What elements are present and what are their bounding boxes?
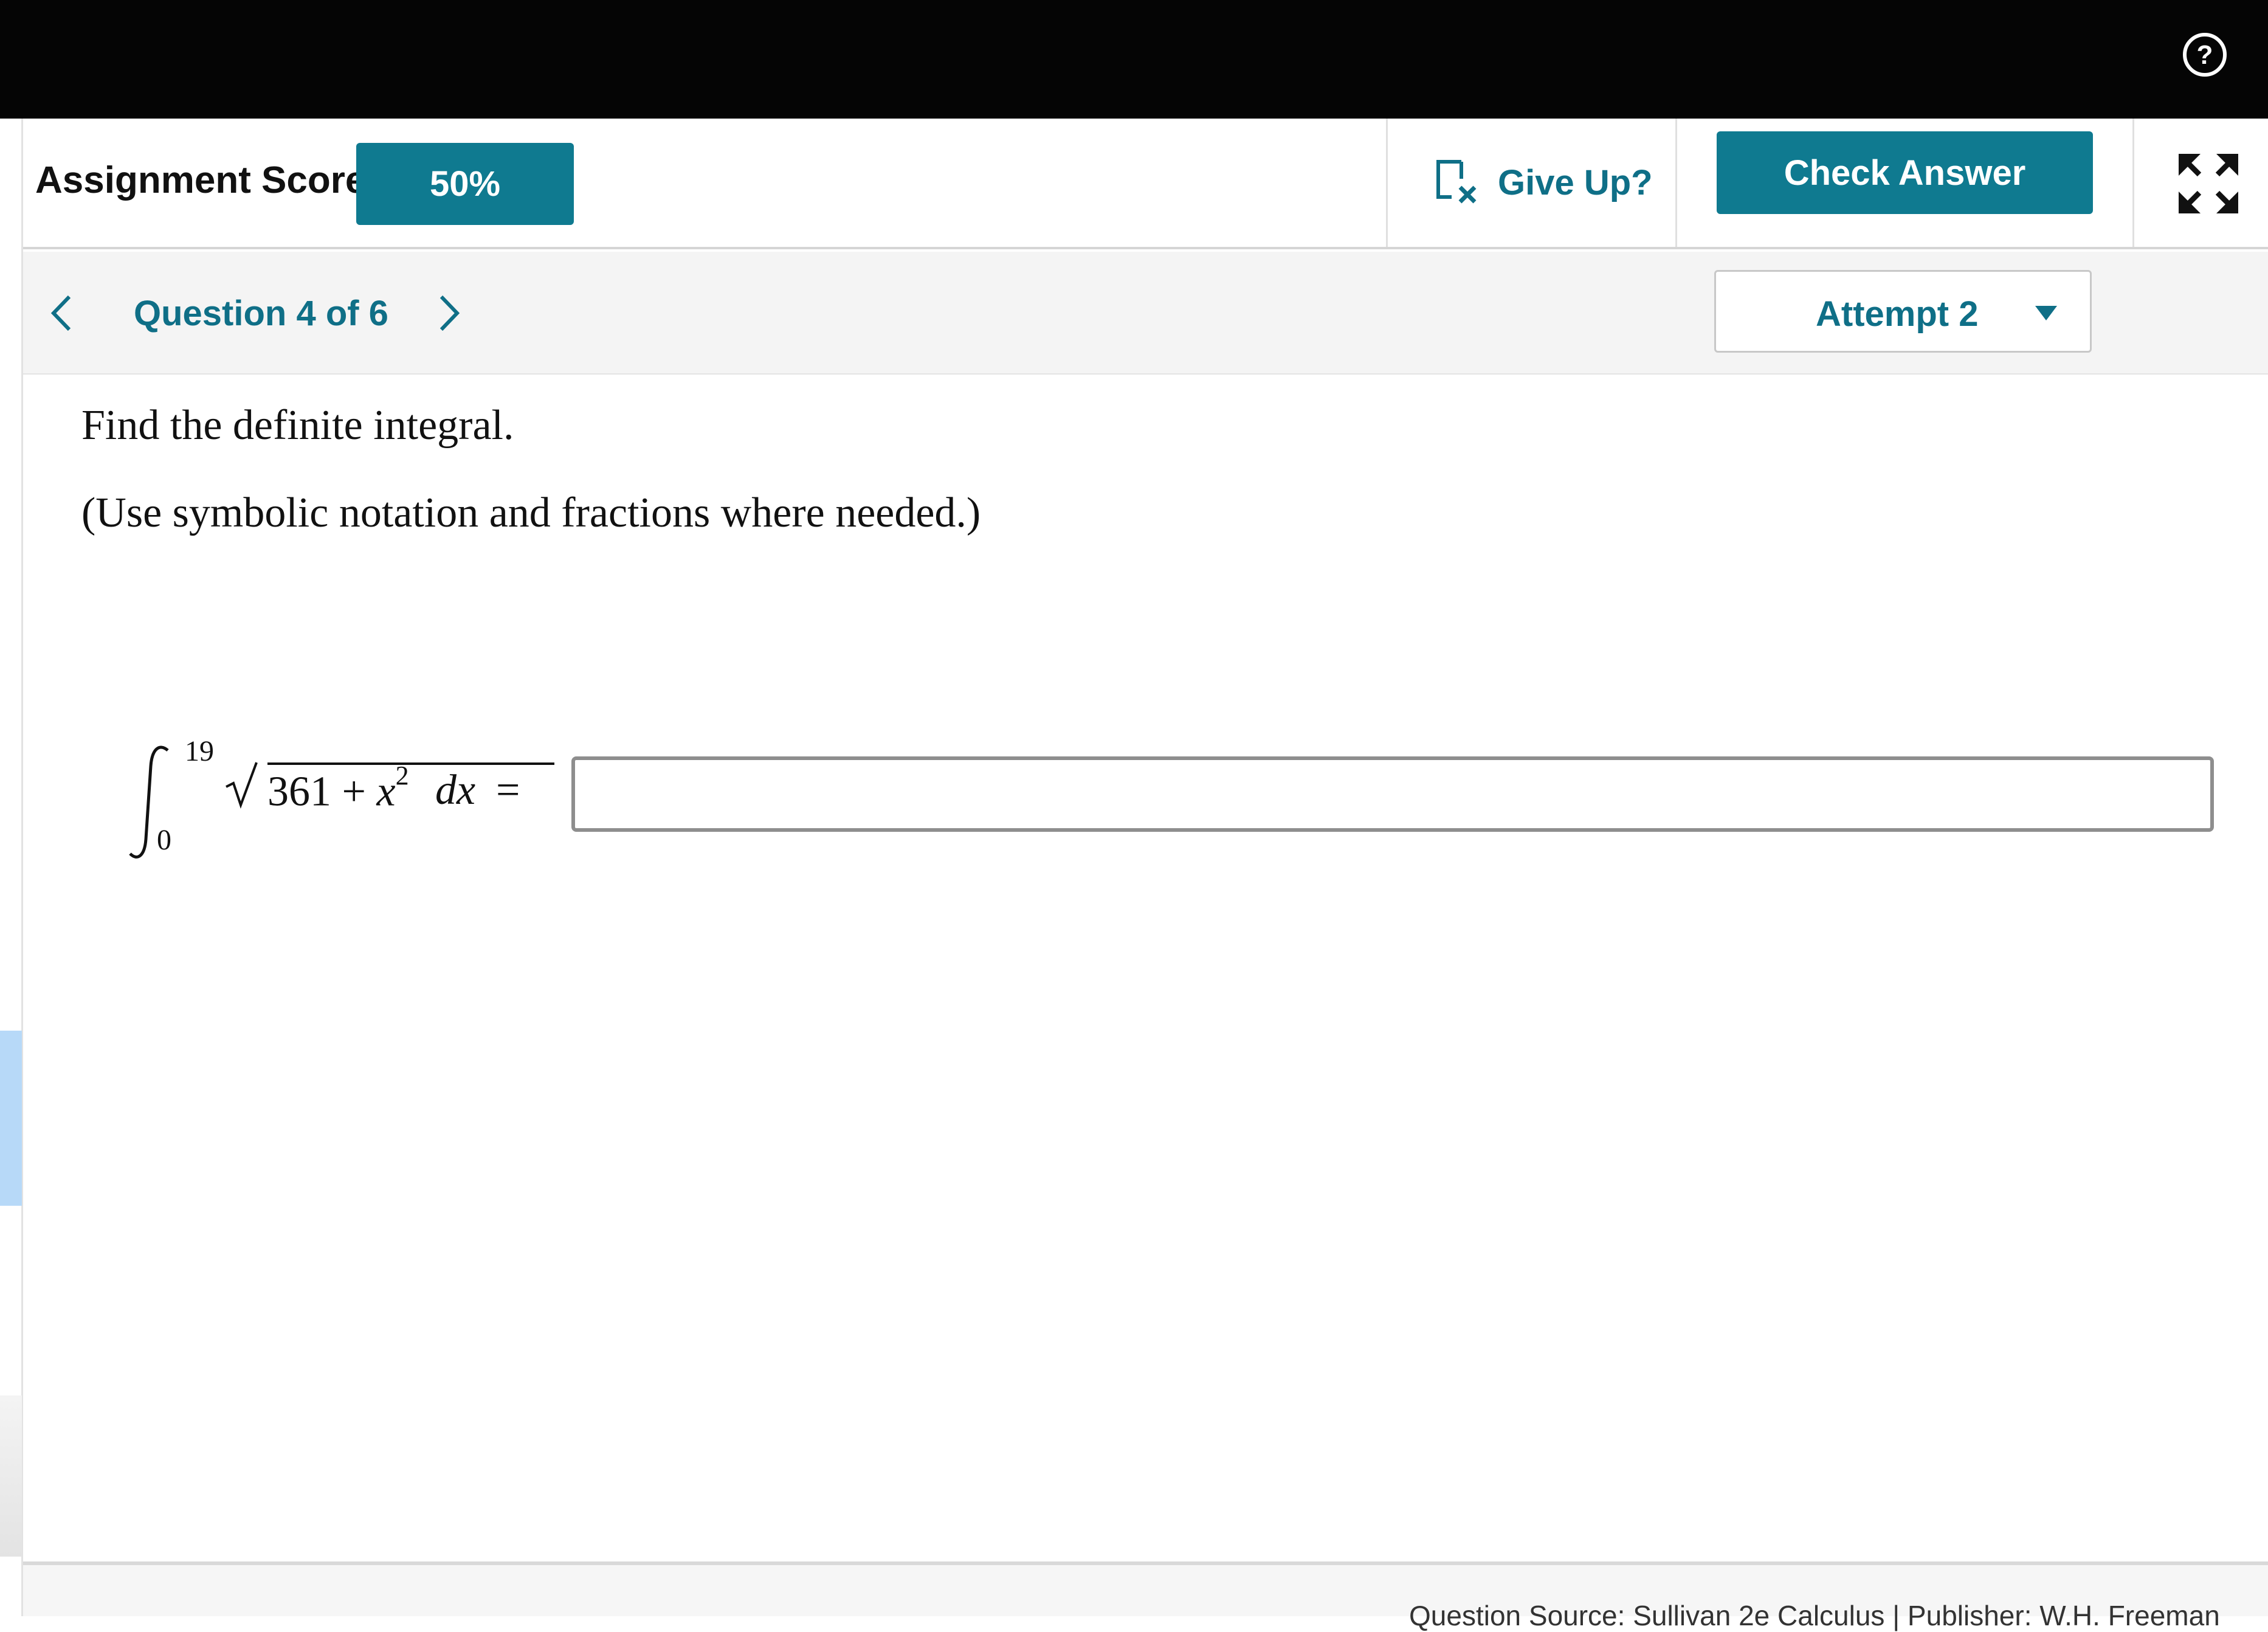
attempt-selected-value: Attempt 2 [1816,294,1979,334]
attempt-dropdown[interactable]: Attempt 2 [1714,270,2092,353]
integral-expression: 19 0 361 + x2 dx = [122,717,559,876]
assignment-score-label: Assignment Score: [35,159,379,201]
differential: dx [435,767,476,814]
side-accent [0,1031,22,1206]
radicand-constant: 361 + [267,768,377,815]
radicand: 361 + x2 [267,761,409,816]
svg-text:?: ? [2197,40,2213,70]
give-up-button[interactable]: Give Up? [1433,119,1701,247]
top-bar: ? [0,0,2268,119]
score-bar: Assignment Score: 50% Give Up? Check Ans… [23,119,2268,249]
equals-sign: = [496,767,520,814]
question-counter[interactable]: Question 4 of 6 [134,293,388,334]
help-circle-icon[interactable]: ? [2180,30,2229,79]
question-source-text: Question Source: Sullivan 2e Calculus | … [1409,1600,2220,1631]
give-up-label: Give Up? [1498,163,1653,202]
answer-input[interactable] [571,756,2214,832]
lower-limit: 0 [157,824,171,856]
question-prompt: Find the definite integral. [81,402,514,449]
give-up-icon [1436,159,1477,203]
divider [2132,119,2134,247]
next-question-chevron-icon[interactable] [430,292,467,334]
upper-limit: 19 [185,735,214,767]
radical-overline [267,762,554,765]
previous-question-chevron-icon[interactable] [44,292,80,334]
radicand-variable: x [376,768,396,815]
check-answer-button[interactable]: Check Answer [1717,131,2093,214]
question-nav-bar: Question 4 of 6 Attempt 2 [23,252,2268,375]
question-hint: (Use symbolic notation and fractions whe… [81,489,981,536]
radicand-exponent: 2 [395,761,409,790]
expand-icon[interactable] [2175,150,2242,217]
divider [1386,119,1388,247]
side-grey-block [0,1395,22,1557]
assignment-score-badge: 50% [356,143,574,225]
footer: Question Source: Sullivan 2e Calculus | … [23,1565,2268,1631]
left-side-strip [0,119,23,1616]
square-root-sign [226,762,258,809]
chevron-down-icon [2035,306,2057,320]
divider [1675,119,1677,247]
